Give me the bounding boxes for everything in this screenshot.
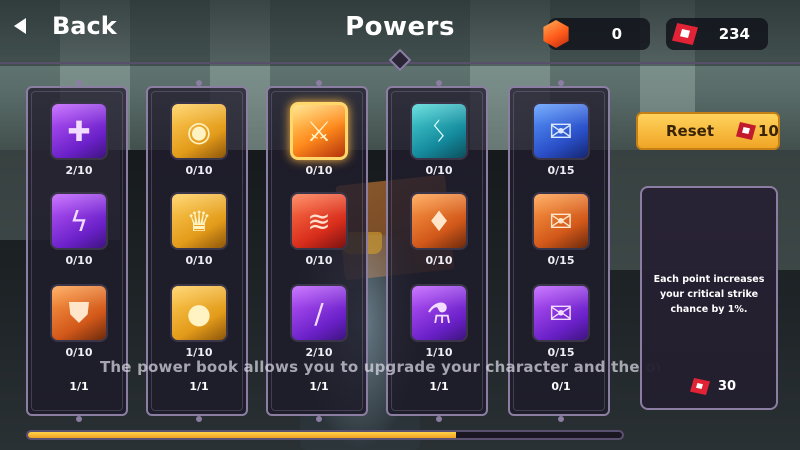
page-title: Powers bbox=[345, 12, 455, 42]
power-cost-value: 30 bbox=[718, 379, 737, 394]
gold-bag-icon: ◉ bbox=[170, 102, 228, 160]
column-total: 0/1 bbox=[551, 380, 571, 393]
reset-cost: 10 bbox=[758, 122, 779, 140]
column-total: 1/1 bbox=[309, 380, 329, 393]
power-slot[interactable]: ◉ 0/10 bbox=[170, 102, 228, 182]
teal-rune-icon: ᛊ bbox=[410, 102, 468, 160]
power-level: 0/15 bbox=[547, 254, 575, 267]
purple-plus-icon: ✚ bbox=[50, 102, 108, 160]
gold-coins-icon: ● bbox=[170, 284, 228, 342]
crown-icon: ♛ bbox=[170, 192, 228, 250]
power-slot[interactable]: /2/10 bbox=[290, 284, 348, 364]
power-level: 0/10 bbox=[185, 254, 213, 267]
power-slot[interactable]: ᛊ 0/10 bbox=[410, 102, 468, 182]
fire-rune-icon: ♦ bbox=[410, 192, 468, 250]
red-gem-counter: 234 bbox=[666, 18, 768, 50]
power-level: 2/10 bbox=[65, 164, 93, 177]
red-gem-value: 234 bbox=[718, 25, 750, 43]
orange-gem-value: 0 bbox=[611, 25, 622, 43]
power-slot[interactable]: ✉ 0/15 bbox=[532, 284, 590, 364]
power-slot[interactable]: ♦ 0/10 bbox=[410, 192, 468, 272]
power-slot[interactable]: ✉ 0/15 bbox=[532, 192, 590, 272]
power-level: 0/10 bbox=[185, 164, 213, 177]
orange-scroll-icon: ✉ bbox=[532, 192, 590, 250]
orange-gem-counter: 0 bbox=[543, 18, 650, 50]
power-slot[interactable]: ≋ 0/10 bbox=[290, 192, 348, 272]
power-slot[interactable]: ⛊ 0/10 bbox=[50, 284, 108, 364]
back-label: Back bbox=[52, 12, 117, 40]
power-level: 0/10 bbox=[305, 164, 333, 177]
shield-icon: ⛊ bbox=[50, 284, 108, 342]
purple-scroll-icon: ✉ bbox=[532, 284, 590, 342]
red-gem-icon bbox=[690, 378, 710, 395]
column-total: 1/1 bbox=[189, 380, 209, 393]
back-arrow-icon bbox=[14, 18, 26, 34]
power-level: 0/10 bbox=[305, 254, 333, 267]
power-level: 0/10 bbox=[425, 254, 453, 267]
progress-fill bbox=[28, 432, 456, 438]
claw-slash-icon: ≋ bbox=[290, 192, 348, 250]
progress-bar bbox=[26, 430, 624, 440]
dagger-icon: / bbox=[290, 284, 348, 342]
power-slot[interactable]: ● 1/10 bbox=[170, 284, 228, 364]
orange-gem-icon bbox=[543, 20, 569, 48]
reset-label: Reset bbox=[666, 122, 714, 140]
power-slot[interactable]: ✉ 0/15 bbox=[532, 102, 590, 182]
lightning-shield-icon: ϟ bbox=[50, 192, 108, 250]
red-gem-icon bbox=[736, 122, 756, 140]
reset-button[interactable]: Reset 10 bbox=[636, 112, 780, 150]
power-level: 0/15 bbox=[547, 164, 575, 177]
power-level: 0/10 bbox=[425, 164, 453, 177]
power-slot[interactable]: ⚗ 1/10 bbox=[410, 284, 468, 364]
power-slot[interactable]: ⚔ 0/10 bbox=[290, 102, 348, 182]
power-level: 0/10 bbox=[65, 254, 93, 267]
column-total: 1/1 bbox=[429, 380, 449, 393]
top-bar: Back Powers 0 234 bbox=[0, 0, 800, 72]
power-cost: 30 bbox=[690, 378, 736, 395]
column-total: 1/1 bbox=[69, 380, 89, 393]
power-info-panel: Each point increases your critical strik… bbox=[640, 186, 778, 410]
power-slot[interactable]: ϟ 0/10 bbox=[50, 192, 108, 272]
back-button[interactable]: Back bbox=[14, 8, 117, 44]
power-slot[interactable]: ✚ 2/10 bbox=[50, 102, 108, 182]
blue-scroll-icon: ✉ bbox=[532, 102, 590, 160]
potion-icon: ⚗ bbox=[410, 284, 468, 342]
power-description: Each point increases your critical strik… bbox=[653, 274, 765, 315]
power-slot[interactable]: ♛ 0/10 bbox=[170, 192, 228, 272]
hint-banner: The power book allows you to upgrade you… bbox=[100, 358, 660, 376]
sword-icon: ⚔ bbox=[290, 102, 348, 160]
red-gem-icon bbox=[672, 23, 698, 45]
